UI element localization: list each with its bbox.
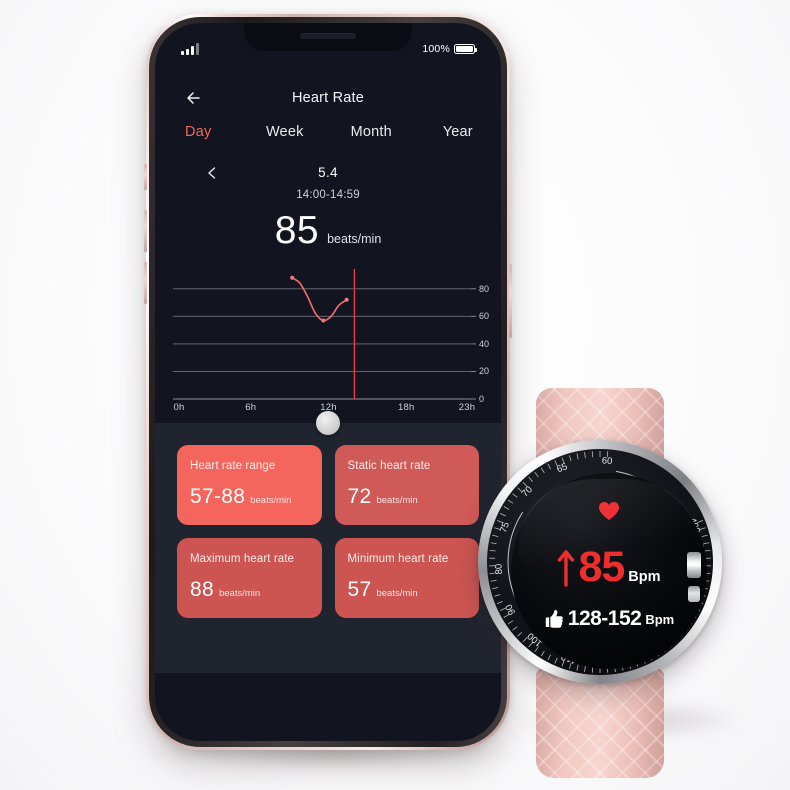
tab-day[interactable]: Day (155, 124, 242, 140)
card-title: Minimum heart rate (347, 553, 449, 565)
chart-y-tick: 20 (479, 366, 490, 377)
stats-panel: Heart rate range 57-88 beats/min Static … (155, 423, 501, 673)
date-navigation: 5.4 14:00-14:59 (155, 165, 501, 201)
period-tabs: Day Week Month Year (155, 124, 501, 140)
phone-volume-up-button[interactable] (144, 210, 147, 252)
signal-bars-icon (181, 43, 199, 55)
watch-range-display: 128-152 Bpm (544, 607, 674, 631)
chart-y-tick: 40 (479, 338, 490, 349)
bezel-number: 75 (498, 521, 512, 535)
chart-x-tick: 18h (397, 402, 415, 413)
phone-notch (244, 23, 412, 51)
bezel-number: 80 (493, 563, 505, 574)
card-title: Heart rate range (190, 460, 276, 472)
current-heart-rate-unit: beats/min (327, 232, 382, 246)
card-value: 88 (190, 578, 214, 601)
heart-rate-chart[interactable]: 0 20 40 60 80 0h 6h 12h 18h 23h (155, 269, 501, 417)
chart-gridlines (173, 288, 476, 400)
battery-percent-label: 100% (422, 43, 450, 55)
tab-month[interactable]: Month (328, 124, 415, 140)
watch-bpm-unit: Bpm (628, 569, 661, 585)
current-heart-rate: 85 beats/min (155, 209, 501, 253)
card-title: Static heart rate (347, 460, 431, 472)
battery-full-icon (454, 43, 477, 55)
chevron-left-icon[interactable] (205, 166, 219, 180)
tab-week[interactable]: Week (242, 124, 329, 140)
watch-bpm-display: 85 Bpm (557, 543, 661, 591)
card-value: 72 (347, 485, 372, 508)
product-scene: 100% Heart Rate Day Week Month Year 5.4 … (0, 0, 790, 790)
smartwatch-device: 606570758090100110120160180200240300400 … (455, 388, 745, 778)
phone-power-button[interactable] (509, 264, 512, 338)
up-arrow-icon (557, 548, 575, 588)
app-header: Heart Rate (155, 81, 501, 115)
card-title: Maximum heart rate (190, 553, 295, 565)
phone-volume-down-button[interactable] (144, 262, 147, 304)
bezel-number: 60 (601, 455, 612, 467)
screen-bottom-area (155, 673, 501, 741)
watch-bezel: 606570758090100110120160180200240300400 … (487, 449, 713, 675)
phone-mute-switch[interactable] (144, 164, 147, 190)
card-unit: beats/min (376, 588, 418, 599)
watch-band-bottom (536, 668, 664, 778)
card-unit: beats/min (376, 495, 418, 506)
bezel-number: 65 (555, 461, 569, 475)
card-heart-rate-range[interactable]: Heart rate range 57-88 beats/min (177, 445, 322, 525)
heart-icon (598, 501, 620, 521)
watch-range-unit: Bpm (645, 611, 675, 627)
watch-bpm-value: 85 (578, 543, 625, 591)
current-heart-rate-value: 85 (274, 209, 320, 252)
thumbs-up-icon (544, 609, 564, 629)
chart-x-tick: 6h (245, 402, 257, 413)
card-unit: beats/min (250, 495, 292, 506)
card-maximum-heart-rate[interactable]: Maximum heart rate 88 beats/min (177, 538, 322, 618)
back-arrow-icon[interactable] (183, 87, 205, 109)
drag-handle-icon[interactable] (316, 411, 340, 435)
phone-screen: 100% Heart Rate Day Week Month Year 5.4 … (155, 23, 501, 741)
tab-year[interactable]: Year (415, 124, 502, 140)
watch-case: 606570758090100110120160180200240300400 … (478, 440, 722, 684)
watch-face[interactable]: 85 Bpm 128-152 Bpm (520, 482, 698, 660)
watch-range-value: 128-152 (567, 607, 642, 630)
earpiece-speaker (300, 33, 356, 39)
chart-y-tick: 80 (479, 283, 490, 294)
chart-canvas (173, 269, 476, 400)
selected-time-range: 14:00-14:59 (296, 189, 360, 201)
card-unit: beats/min (218, 588, 261, 599)
chart-x-tick: 0h (173, 402, 185, 413)
card-value: 57-88 (190, 485, 246, 508)
page-title: Heart Rate (291, 90, 365, 106)
chart-y-tick: 60 (479, 311, 490, 322)
card-value: 57 (347, 578, 372, 601)
battery-status: 100% (422, 43, 477, 55)
stats-card-grid: Heart rate range 57-88 beats/min Static … (177, 445, 479, 618)
